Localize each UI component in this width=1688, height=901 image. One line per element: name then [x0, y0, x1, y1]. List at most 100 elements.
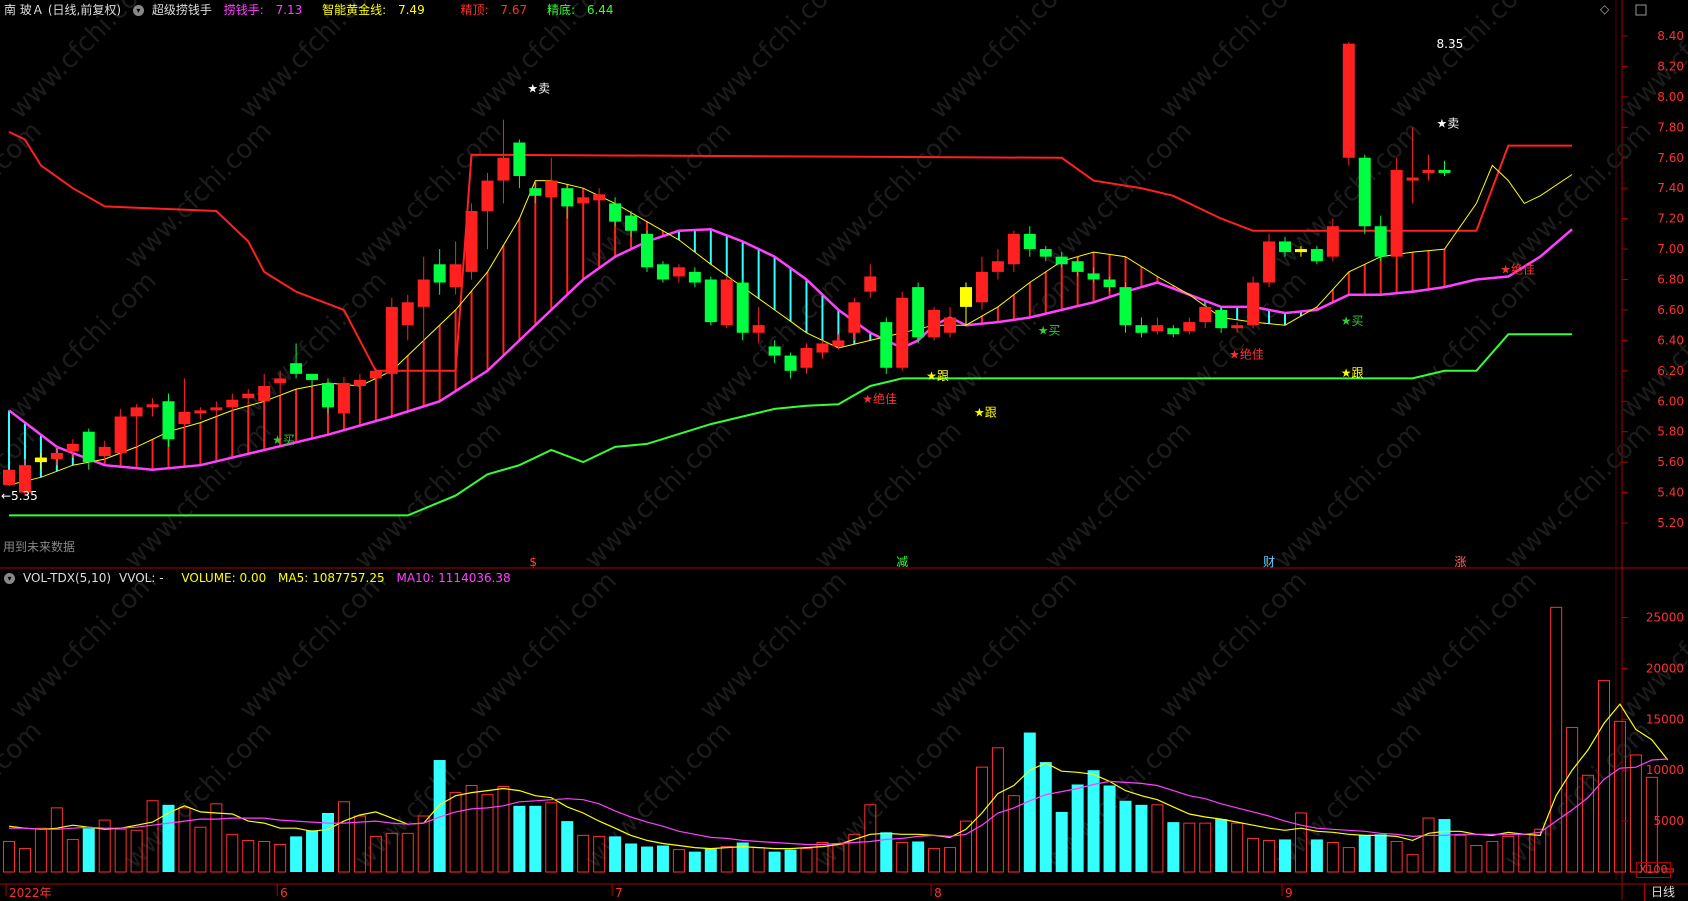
volume-value: VOLUME: 0.00: [181, 571, 267, 585]
y-tick-label: 7.20: [1657, 212, 1684, 226]
volume-bar: [609, 836, 622, 872]
volume-bar: [1039, 762, 1052, 872]
candle-body: [226, 399, 239, 408]
stock-chart-canvas[interactable]: www.cfchi.com www.cfchi.com www.cfchi.com w…: [0, 0, 1688, 900]
candle-body: [306, 373, 319, 380]
signal-label: ★卖: [1437, 116, 1460, 130]
y-tick-label: 6.60: [1657, 303, 1684, 317]
candle-body: [1039, 249, 1052, 257]
candle-body: [832, 340, 845, 347]
lqs-label: 捞钱手:: [223, 3, 264, 17]
candle-body: [1007, 233, 1020, 265]
candle-body: [34, 457, 47, 463]
zn-value: 7.49: [397, 3, 425, 17]
y-tick-label: 8.20: [1657, 59, 1684, 73]
volume-bar: [1135, 804, 1148, 872]
volume-bar: [1119, 800, 1132, 872]
candle-body: [3, 469, 15, 485]
y-tick-label: 7.40: [1657, 181, 1684, 195]
x-tick-label: 2022年: [9, 886, 52, 900]
candle-body: [1071, 261, 1084, 272]
candle-body: [481, 180, 494, 212]
candle-body: [1422, 169, 1435, 173]
candle-body: [1279, 241, 1291, 253]
candle-body: [688, 271, 701, 283]
volume-bar: [704, 848, 717, 872]
candle-body: [130, 407, 143, 417]
event-marker: $: [529, 555, 537, 569]
candle-body: [210, 407, 223, 411]
diamond-icon[interactable]: ◇: [1600, 2, 1609, 16]
candle-body: [975, 271, 988, 303]
y-tick-label: 6.80: [1657, 273, 1684, 287]
indicator-name[interactable]: 超级捞钱手: [152, 3, 212, 17]
period-label: (日线,前复权): [47, 3, 122, 17]
candle-body: [704, 279, 717, 323]
candle-body: [1103, 279, 1116, 288]
indicator-dropdown-icon[interactable]: ▾: [132, 5, 144, 16]
candle-body: [1247, 282, 1260, 326]
y-tick-label: 6.40: [1657, 333, 1684, 347]
candle-body: [784, 355, 797, 371]
candle-body: [1199, 306, 1212, 323]
candle-body: [625, 215, 638, 231]
candle-body: [114, 416, 127, 453]
candle-body: [593, 194, 606, 201]
volume-bar: [322, 812, 334, 872]
vol-name[interactable]: VOL-TDX(5,10): [23, 571, 111, 585]
candle-body: [50, 452, 63, 460]
candle-body: [513, 142, 526, 177]
x-tick-label: 9: [1285, 886, 1293, 900]
signal-label: 8.35: [1437, 37, 1464, 51]
candle-body: [1023, 233, 1036, 250]
volume-bar: [880, 832, 893, 872]
volume-bar: [529, 805, 542, 872]
candle-body: [1358, 157, 1371, 227]
volume-bar: [1215, 819, 1228, 872]
volume-dropdown-icon[interactable]: ▾: [4, 573, 15, 584]
x-tick-label: 7: [615, 886, 623, 900]
signal-label: ★绝佳: [862, 391, 897, 406]
candle-body: [577, 197, 590, 204]
y-tick-label: 5.60: [1657, 455, 1684, 469]
volume-bar: [1374, 834, 1387, 872]
candle-body: [417, 279, 430, 307]
candle-body: [529, 188, 542, 196]
signal-label: ★卖: [527, 81, 550, 95]
candle-body: [864, 276, 877, 292]
candle-body: [928, 309, 941, 338]
candle-body: [290, 363, 303, 374]
candle-body: [1310, 249, 1323, 262]
candle-body: [1374, 226, 1387, 257]
candle-body: [1390, 169, 1403, 257]
candle-body: [369, 370, 382, 379]
candle-body: [178, 411, 191, 425]
candle-body: [800, 347, 813, 368]
volume-bar: [784, 849, 797, 872]
candle-body: [752, 325, 765, 333]
y-tick-label: 6.20: [1657, 364, 1684, 378]
candle-body: [146, 404, 159, 408]
candle-body: [1119, 287, 1132, 326]
candle-body: [641, 233, 653, 268]
candle-body: [433, 264, 446, 283]
event-marker: 减: [896, 555, 908, 569]
jd-value: 7.67: [500, 3, 528, 17]
candle-body: [848, 302, 861, 333]
period-button[interactable]: 日线: [1644, 883, 1675, 901]
candle-body: [816, 343, 829, 353]
candle-body: [912, 287, 925, 338]
x100-badge[interactable]: X100: [1636, 862, 1671, 878]
signal-label: ★跟: [974, 405, 997, 419]
y-tick-label: 8.40: [1657, 29, 1684, 43]
vol-y-tick-label: 20000: [1646, 661, 1684, 675]
candle-body: [1231, 325, 1244, 329]
candle-body: [960, 287, 972, 307]
candle-body: [561, 188, 574, 207]
candle-body: [353, 379, 366, 387]
jdi-label: 精底:: [546, 3, 575, 17]
volume-bar: [1071, 784, 1084, 872]
volume-bar: [656, 845, 669, 872]
candle-body: [736, 282, 749, 333]
candle-body: [1135, 325, 1148, 333]
